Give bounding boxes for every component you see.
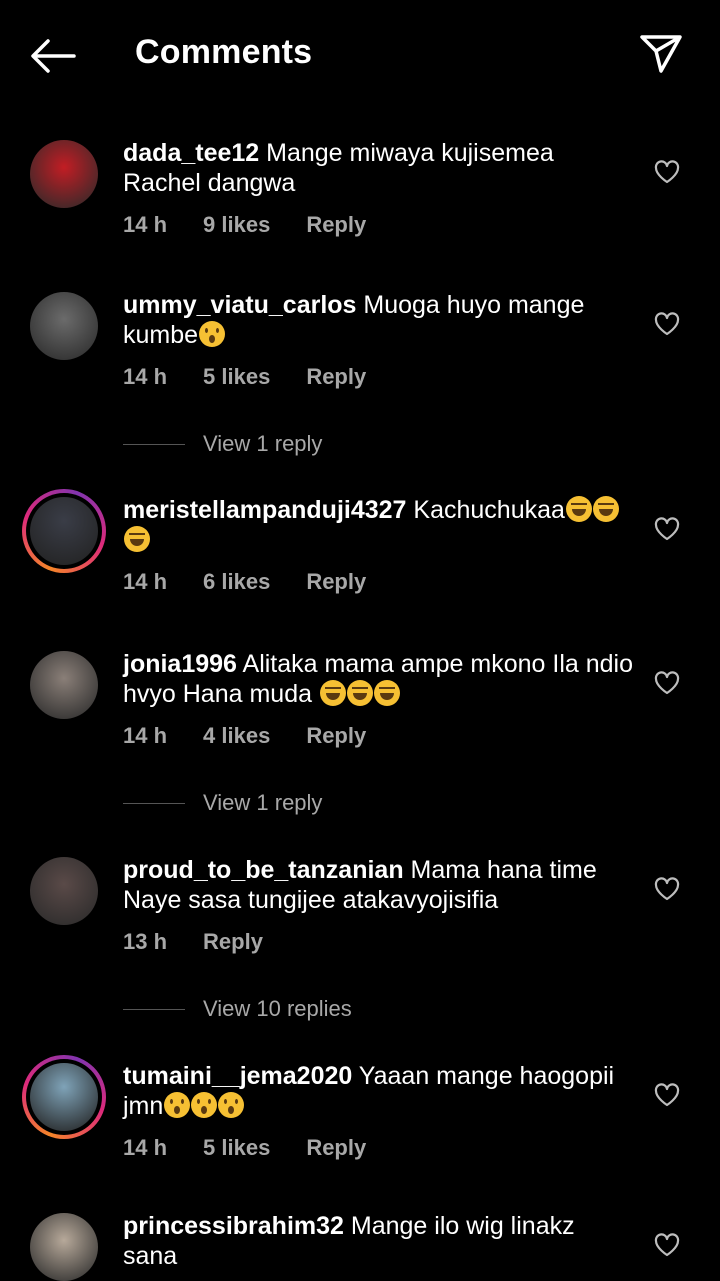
comment-likes[interactable]: 5 likes bbox=[203, 364, 270, 389]
page-title: Comments bbox=[135, 33, 313, 71]
view-replies-button[interactable]: View 1 reply bbox=[123, 790, 322, 816]
comment-text: dada_tee12 Mange miwaya kujisemea Rachel… bbox=[123, 138, 633, 198]
like-heart-icon[interactable] bbox=[654, 1233, 680, 1257]
back-button[interactable] bbox=[28, 34, 78, 78]
comment-likes[interactable]: 6 likes bbox=[203, 569, 270, 594]
like-heart-icon[interactable] bbox=[654, 1083, 680, 1107]
surprised-emoji bbox=[218, 1092, 245, 1118]
grinning-emoji bbox=[124, 526, 150, 552]
reply-button[interactable]: Reply bbox=[306, 569, 366, 594]
reply-button[interactable]: Reply bbox=[306, 364, 366, 389]
reply-button[interactable]: Reply bbox=[306, 1135, 366, 1160]
comment-username[interactable]: dada_tee12 bbox=[123, 139, 259, 167]
comment-time: 14 h bbox=[123, 364, 168, 389]
paper-plane-icon bbox=[640, 35, 682, 73]
view-replies-button[interactable]: View 10 replies bbox=[123, 996, 352, 1022]
comment-text: ummy_viatu_carlos Muoga huyo mange kumbe bbox=[123, 290, 633, 350]
avatar[interactable] bbox=[30, 292, 98, 360]
comment-meta: 14 h 9 likes Reply bbox=[123, 212, 402, 238]
comment-username[interactable]: meristellampanduji4327 bbox=[123, 496, 406, 524]
surprised-emoji bbox=[191, 1092, 218, 1118]
avatar-with-story-ring[interactable] bbox=[22, 1055, 106, 1139]
divider bbox=[123, 443, 185, 445]
comment-text: meristellampanduji4327 Kachuchukaa bbox=[123, 495, 633, 555]
grinning-emoji bbox=[592, 496, 619, 522]
header-bar: Comments bbox=[0, 0, 720, 110]
grinning-emoji bbox=[346, 680, 373, 706]
grinning-emoji bbox=[565, 496, 592, 522]
grinning-emoji bbox=[373, 680, 400, 706]
avatar[interactable] bbox=[30, 651, 98, 719]
comment-text: jonia1996 Alitaka mama ampe mkono Ila nd… bbox=[123, 649, 633, 709]
like-heart-icon[interactable] bbox=[654, 877, 680, 901]
like-heart-icon[interactable] bbox=[654, 160, 680, 184]
comment-username[interactable]: proud_to_be_tanzanian bbox=[123, 856, 404, 884]
comment-username[interactable]: ummy_viatu_carlos bbox=[123, 291, 356, 319]
reply-button[interactable]: Reply bbox=[306, 212, 366, 237]
comment-text: princessibrahim32 Mange ilo wig linakz s… bbox=[123, 1211, 633, 1271]
reply-button[interactable]: Reply bbox=[203, 929, 263, 954]
avatar[interactable] bbox=[30, 1213, 98, 1281]
reply-button[interactable]: Reply bbox=[306, 723, 366, 748]
comment-time: 14 h bbox=[123, 1135, 168, 1160]
divider bbox=[123, 802, 185, 804]
comment-meta: 14 h 4 likes Reply bbox=[123, 723, 402, 749]
avatar[interactable] bbox=[30, 140, 98, 208]
view-replies-button[interactable]: View 1 reply bbox=[123, 431, 322, 457]
surprised-emoji bbox=[164, 1092, 191, 1118]
comment-text: proud_to_be_tanzanian Mama hana time Nay… bbox=[123, 855, 633, 915]
view-replies-label: View 10 replies bbox=[203, 996, 352, 1021]
grinning-emoji bbox=[319, 680, 346, 706]
comment-time: 14 h bbox=[123, 723, 168, 748]
comment-username[interactable]: jonia1996 bbox=[123, 650, 237, 678]
share-button[interactable] bbox=[636, 28, 686, 78]
surprised-emoji bbox=[199, 321, 226, 347]
comment-username[interactable]: tumaini__jema2020 bbox=[123, 1062, 352, 1090]
comment-meta: 13 h Reply bbox=[123, 929, 299, 955]
comment-text: tumaini__jema2020 Yaaan mange haogopii j… bbox=[123, 1061, 633, 1121]
comment-likes[interactable]: 5 likes bbox=[203, 1135, 270, 1160]
comment-time: 14 h bbox=[123, 212, 168, 237]
like-heart-icon[interactable] bbox=[654, 312, 680, 336]
comment-time: 14 h bbox=[123, 569, 168, 594]
like-heart-icon[interactable] bbox=[654, 671, 680, 695]
comment-meta: 14 h 5 likes Reply bbox=[123, 1135, 402, 1161]
divider bbox=[123, 1008, 185, 1010]
view-replies-label: View 1 reply bbox=[203, 431, 323, 456]
avatar[interactable] bbox=[30, 857, 98, 925]
like-heart-icon[interactable] bbox=[654, 517, 680, 541]
arrow-left-icon bbox=[31, 39, 76, 73]
avatar-with-story-ring[interactable] bbox=[22, 489, 106, 573]
comment-body: Kachuchukaa bbox=[406, 496, 565, 524]
comment-time: 13 h bbox=[123, 929, 168, 954]
comment-likes[interactable]: 9 likes bbox=[203, 212, 270, 237]
comment-likes[interactable]: 4 likes bbox=[203, 723, 270, 748]
comment-username[interactable]: princessibrahim32 bbox=[123, 1212, 344, 1240]
comment-meta: 14 h 5 likes Reply bbox=[123, 364, 402, 390]
view-replies-label: View 1 reply bbox=[203, 790, 323, 815]
comment-meta: 14 h 6 likes Reply bbox=[123, 569, 402, 595]
